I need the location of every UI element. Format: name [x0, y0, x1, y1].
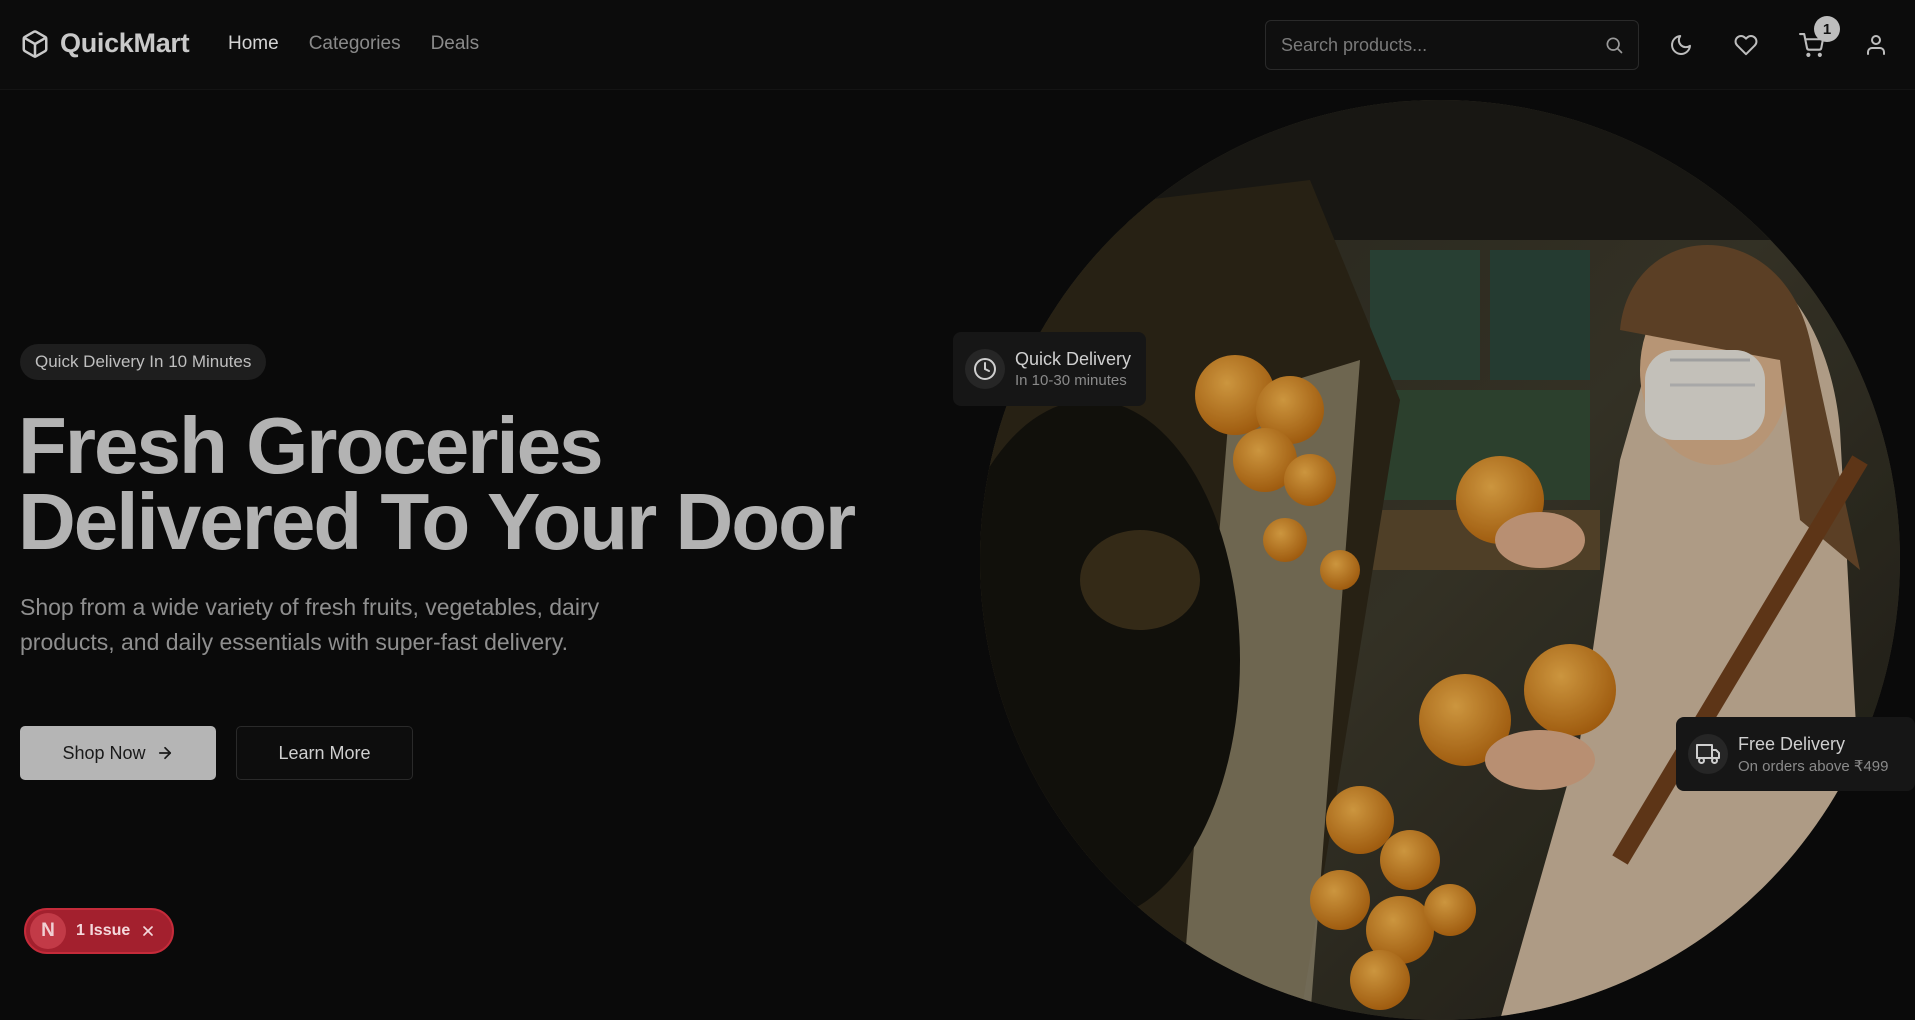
brand-logo[interactable]: QuickMart [20, 28, 190, 59]
issues-label: 1 Issue [76, 922, 131, 939]
next-logo-icon: N [30, 913, 66, 949]
hero-title-line-1: Fresh Groceries [18, 401, 604, 490]
learn-more-label: Learn More [278, 742, 371, 763]
search-icon[interactable] [1604, 35, 1624, 60]
shop-now-label: Shop Now [62, 742, 146, 763]
nav-categories[interactable]: Categories [309, 33, 401, 55]
heart-icon[interactable] [1732, 31, 1760, 59]
shop-now-button[interactable]: Shop Now [20, 726, 216, 780]
quick-delivery-title: Quick Delivery [1015, 349, 1132, 369]
grocery-shopper-illustration [980, 100, 1900, 1020]
free-delivery-card: Free Delivery On orders above ₹499 [1676, 717, 1915, 791]
site-header: QuickMart Home Categories Deals 1 [0, 0, 1915, 90]
moon-icon[interactable] [1667, 31, 1695, 59]
quick-delivery-card: Quick Delivery In 10-30 minutes [953, 332, 1146, 406]
learn-more-button[interactable]: Learn More [236, 726, 413, 780]
close-icon[interactable] [140, 923, 156, 939]
user-icon[interactable] [1862, 31, 1890, 59]
box-icon [22, 29, 48, 58]
delivery-badge: Quick Delivery In 10 Minutes [20, 344, 267, 380]
issues-badge[interactable]: N 1 Issue [24, 908, 174, 954]
truck-icon [1688, 734, 1728, 774]
hero-title: Fresh Groceries Delivered To Your Door [18, 401, 898, 566]
arrow-right-icon [158, 746, 171, 760]
clock-icon [965, 349, 1005, 389]
brand-name: QuickMart [60, 28, 190, 58]
quick-delivery-subtitle: In 10-30 minutes [1015, 372, 1127, 389]
nav-home[interactable]: Home [228, 33, 279, 55]
nav-deals[interactable]: Deals [431, 33, 480, 55]
search-box [1265, 20, 1639, 70]
cart-count-badge: 1 [1814, 16, 1840, 42]
hero-description: Shop from a wide variety of fresh fruits… [20, 594, 600, 655]
search-input[interactable] [1266, 21, 1638, 69]
hero-title-line-2: Delivered To Your Door [18, 477, 856, 566]
main-nav: Home Categories Deals [228, 33, 479, 55]
free-delivery-subtitle: On orders above ₹499 [1738, 757, 1889, 775]
free-delivery-title: Free Delivery [1738, 733, 1846, 754]
hero-image [980, 100, 1900, 1020]
